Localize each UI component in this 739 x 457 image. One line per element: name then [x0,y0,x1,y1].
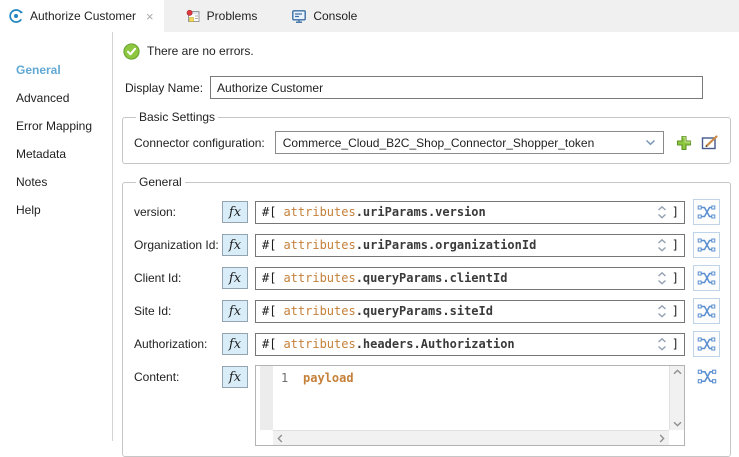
connector-operation-icon [8,8,24,24]
expr-path: .uriParams.organizationId [356,238,537,252]
expr-close-bracket: ] [672,205,679,219]
expr-close-bracket: ] [672,337,679,351]
expr-close-bracket: ] [672,304,679,318]
field-label: Content: [134,365,222,384]
selected-option: Commerce_Cloud_B2C_Shop_Connector_Shoppe… [283,136,595,150]
validation-status: There are no errors. [123,42,733,60]
expr-path: .queryParams.siteId [356,304,493,318]
expr-path: .queryParams.clientId [356,271,508,285]
expr-open-bracket: #[ [262,337,276,351]
expression-input[interactable]: #[ attributes .headers.Authorization ] [255,333,685,356]
sidebar-item-error-mapping[interactable]: Error Mapping [0,112,112,140]
dataweave-transform-button[interactable] [693,365,720,386]
add-config-button[interactable] [675,134,693,152]
status-message: There are no errors. [147,44,254,58]
expression-input[interactable]: #[ attributes .uriParams.version ] [255,201,685,224]
editor-tab-bar: Authorize Customer × Problems [0,0,739,32]
spinner-arrows[interactable] [657,304,667,319]
horizontal-scrollbar[interactable] [273,430,669,445]
field-row-content: Content: fx 1 payload [134,365,720,446]
vertical-scrollbar[interactable] [669,366,684,430]
tab-label: Problems [207,9,258,23]
console-icon [291,9,307,24]
spinner-arrows[interactable] [657,271,667,286]
general-legend: General [136,175,185,189]
field-row-version: version: fx #[ attributes .uriParams.ver… [134,199,720,225]
tab-problems[interactable]: Problems [186,9,258,24]
properties-sidebar: General Advanced Error Mapping Metadata … [0,32,113,441]
expression-input[interactable]: #[ attributes .queryParams.clientId ] [255,267,685,290]
close-icon[interactable]: × [146,9,154,24]
dataweave-transform-button[interactable] [693,232,720,258]
spinner-arrows[interactable] [657,337,667,352]
sidebar-item-advanced[interactable]: Advanced [0,84,112,112]
tab-label: Console [313,9,357,23]
expr-keyword: attributes [283,337,355,351]
fx-toggle-button[interactable]: fx [222,201,248,223]
display-name-label: Display Name: [125,81,203,95]
expr-open-bracket: #[ [262,238,276,252]
display-name-input[interactable] [210,76,703,99]
sidebar-item-help[interactable]: Help [0,196,112,224]
problems-icon [186,9,201,24]
edit-config-button[interactable] [701,134,720,151]
field-row-site-id: Site Id: fx #[ attributes .queryParams.s… [134,298,720,324]
tab-console[interactable]: Console [291,9,357,24]
dataweave-transform-button[interactable] [693,199,720,225]
field-label: Organization Id: [134,238,222,252]
expression-input[interactable]: #[ attributes .queryParams.siteId ] [255,300,685,323]
expression-input[interactable]: #[ attributes .uriParams.organizationId … [255,234,685,257]
expr-close-bracket: ] [672,271,679,285]
expr-path: .headers.Authorization [356,337,515,351]
fx-toggle-button[interactable]: fx [222,267,248,289]
connector-configuration-label: Connector configuration: [134,136,265,150]
connector-configuration-select[interactable]: Commerce_Cloud_B2C_Shop_Connector_Shoppe… [275,131,664,154]
expr-keyword: attributes [283,304,355,318]
field-label: version: [134,205,222,219]
tab-authorize-customer[interactable]: Authorize Customer × [0,0,164,32]
expr-keyword: attributes [283,238,355,252]
expr-open-bracket: #[ [262,205,276,219]
display-name-row: Display Name: [125,76,733,99]
dataweave-transform-button[interactable] [693,298,720,324]
chevron-down-icon [645,139,656,146]
basic-settings-group: Basic Settings Connector configuration: … [122,110,731,164]
config-actions [675,134,720,152]
field-label: Site Id: [134,304,222,318]
tab-strip: Problems Console [164,0,739,32]
expr-path: .uriParams.version [356,205,486,219]
spinner-arrows[interactable] [657,205,667,220]
line-number: 1 [281,371,288,385]
tab-label: Authorize Customer [30,9,136,23]
general-group: General version: fx #[ attributes .uriPa… [122,175,731,457]
expr-open-bracket: #[ [262,304,276,318]
expr-keyword: attributes [283,205,355,219]
basic-settings-legend: Basic Settings [136,110,218,124]
code-text: payload [303,371,354,385]
success-check-icon [123,43,140,60]
content-code-editor[interactable]: 1 payload [255,365,685,446]
fx-toggle-button[interactable]: fx [222,300,248,322]
field-row-client-id: Client Id: fx #[ attributes .queryParams… [134,265,720,291]
sidebar-item-metadata[interactable]: Metadata [0,140,112,168]
field-label: Authorization: [134,337,222,351]
connector-configuration-row: Connector configuration: Commerce_Cloud_… [134,131,720,154]
fx-toggle-button[interactable]: fx [222,366,248,388]
editor-annotation-ruler [260,366,273,430]
field-row-organization-id: Organization Id: fx #[ attributes .uriPa… [134,232,720,258]
sidebar-item-general[interactable]: General [0,56,112,84]
expr-close-bracket: ] [672,238,679,252]
field-label: Client Id: [134,271,222,285]
dataweave-transform-button[interactable] [693,265,720,291]
properties-panel: There are no errors. Display Name: Basic… [113,32,739,441]
fx-toggle-button[interactable]: fx [222,234,248,256]
dataweave-transform-button[interactable] [693,331,720,357]
expr-keyword: attributes [283,271,355,285]
expr-open-bracket: #[ [262,271,276,285]
spinner-arrows[interactable] [657,238,667,253]
fx-toggle-button[interactable]: fx [222,333,248,355]
sidebar-item-notes[interactable]: Notes [0,168,112,196]
field-row-authorization: Authorization: fx #[ attributes .headers… [134,331,720,357]
